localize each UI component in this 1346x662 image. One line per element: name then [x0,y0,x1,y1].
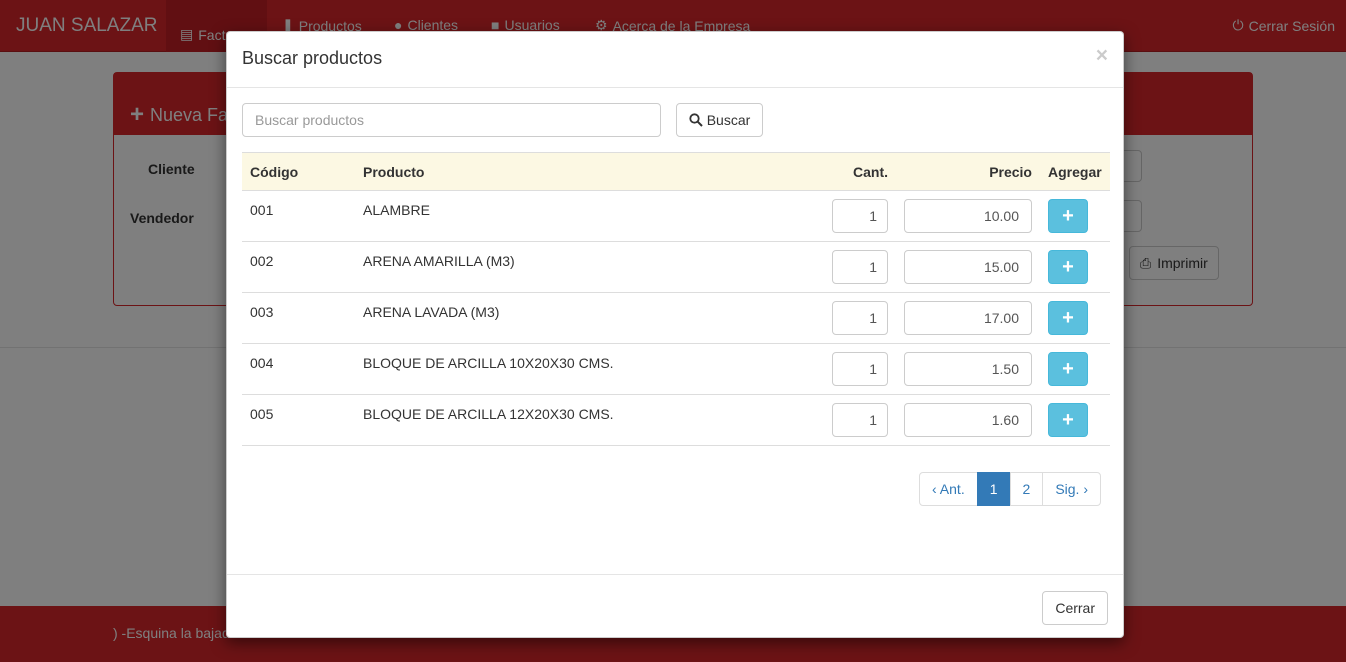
product-name: ARENA LAVADA (M3) [355,292,815,344]
pagination-prev[interactable]: ‹ Ant. [919,472,978,506]
col-price: Precio [896,152,1040,191]
table-row: 004BLOQUE DE ARCILLA 10X20X30 CMS. + [242,343,1110,395]
table-row: 005BLOQUE DE ARCILLA 12X20X30 CMS. + [242,394,1110,446]
pagination: ‹ Ant. 1 2 Sig. › [919,472,1101,506]
product-name: BLOQUE DE ARCILLA 10X20X30 CMS. [355,343,815,395]
col-qty: Cant. [815,152,896,191]
price-input[interactable] [904,199,1032,233]
product-code: 005 [242,394,355,446]
price-input[interactable] [904,250,1032,284]
quantity-input[interactable] [832,403,888,437]
product-code: 001 [242,190,355,242]
search-button[interactable]: Buscar [676,103,763,137]
product-name: ALAMBRE [355,190,815,242]
search-input[interactable] [242,103,661,137]
modal-title: Buscar productos [242,48,383,68]
plus-icon: + [1062,358,1074,380]
price-input[interactable] [904,301,1032,335]
price-input[interactable] [904,352,1032,386]
col-product: Producto [355,152,815,191]
modal-footer: Cerrar [227,574,1123,638]
price-input[interactable] [904,403,1032,437]
plus-icon: + [1062,409,1074,431]
quantity-input[interactable] [832,301,888,335]
quantity-input[interactable] [832,199,888,233]
close-icon[interactable]: × [1096,45,1108,66]
table-row: 001ALAMBRE + [242,190,1110,242]
table-row: 003ARENA LAVADA (M3) + [242,292,1110,344]
table-row: 002ARENA AMARILLA (M3) + [242,241,1110,293]
modal-header: Buscar productos [227,32,1123,88]
plus-icon: + [1062,205,1074,227]
products-table: Código Producto Cant. Precio Agregar 001… [242,152,1110,446]
pagination-page-1[interactable]: 1 [976,472,1011,506]
add-product-button[interactable]: + [1048,301,1088,335]
add-product-button[interactable]: + [1048,199,1088,233]
product-code: 004 [242,343,355,395]
close-button[interactable]: Cerrar [1042,591,1108,625]
add-product-button[interactable]: + [1048,250,1088,284]
table-header: Código Producto Cant. Precio Agregar [242,152,1110,191]
product-code: 003 [242,292,355,344]
quantity-input[interactable] [832,352,888,386]
product-name: BLOQUE DE ARCILLA 12X20X30 CMS. [355,394,815,446]
quantity-input[interactable] [832,250,888,284]
col-add: Agregar [1040,152,1110,191]
search-products-modal: Buscar productos × Buscar Código Product… [226,31,1124,638]
product-name: ARENA AMARILLA (M3) [355,241,815,293]
add-product-button[interactable]: + [1048,403,1088,437]
plus-icon: + [1062,307,1074,329]
add-product-button[interactable]: + [1048,352,1088,386]
pagination-next[interactable]: Sig. › [1042,472,1101,506]
product-code: 002 [242,241,355,293]
col-code: Código [242,152,355,191]
pagination-page-2[interactable]: 2 [1009,472,1044,506]
plus-icon: + [1062,256,1074,278]
search-icon [689,113,703,127]
